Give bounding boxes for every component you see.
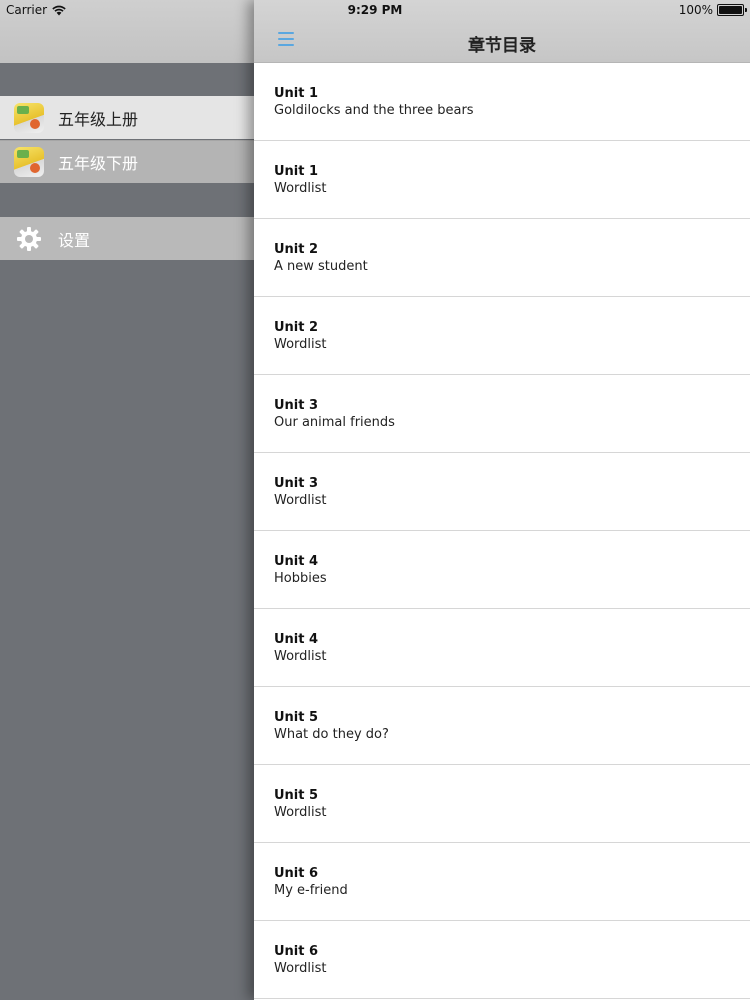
chapter-unit: Unit 1 [274, 86, 319, 101]
list-item[interactable]: Unit 1 Goldilocks and the three bears [254, 63, 750, 141]
chapter-title: Goldilocks and the three bears [274, 103, 474, 118]
chapter-unit: Unit 6 [274, 866, 319, 881]
book-cover-icon [14, 147, 44, 177]
sidebar-book-list: 五年级上册五年级下册 [0, 96, 254, 183]
gear-icon [17, 226, 41, 251]
chapter-unit: Unit 3 [274, 398, 319, 413]
chapter-list: Unit 1 Goldilocks and the three bears Unit… [254, 63, 750, 999]
sidebar-item-book-2[interactable]: 五年级下册 [0, 140, 254, 183]
chapter-unit: Unit 6 [274, 944, 319, 959]
list-item[interactable]: Unit 2 A new student [254, 219, 750, 297]
list-item[interactable]: Unit 4 Hobbies [254, 531, 750, 609]
status-right: 100% [678, 3, 747, 17]
battery-fill [719, 6, 742, 14]
list-item[interactable]: Unit 2 Wordlist [254, 297, 750, 375]
chapter-unit: Unit 4 [274, 554, 319, 569]
chapter-unit: Unit 5 [274, 788, 319, 803]
list-item[interactable]: Unit 3 Wordlist [254, 453, 750, 531]
chapter-unit: Unit 1 [274, 164, 319, 179]
wifi-icon [52, 5, 66, 15]
chapter-title: Our animal friends [274, 415, 395, 430]
list-item[interactable]: Unit 5 What do they do? [254, 687, 750, 765]
list-item[interactable]: Unit 6 Wordlist [254, 921, 750, 999]
list-item[interactable]: Unit 4 Wordlist [254, 609, 750, 687]
chapter-title: Wordlist [274, 337, 327, 352]
chapter-title: What do they do? [274, 727, 389, 742]
chapter-title: Wordlist [274, 493, 327, 508]
chapter-title: Wordlist [274, 649, 327, 664]
status-bar: Carrier 9:29 PM 100% [0, 0, 750, 20]
list-item[interactable]: Unit 6 My e-friend [254, 843, 750, 921]
sidebar-item-settings[interactable]: 设置 [0, 217, 254, 260]
chapter-unit: Unit 5 [274, 710, 319, 725]
list-item[interactable]: Unit 1 Wordlist [254, 141, 750, 219]
page-title: 章节目录 [468, 36, 536, 56]
carrier-label: Carrier [6, 3, 48, 17]
list-item[interactable]: Unit 5 Wordlist [254, 765, 750, 843]
chapter-title: My e-friend [274, 883, 348, 898]
battery-percent: 100% [678, 3, 713, 17]
sidebar-item-book-1[interactable]: 五年级上册 [0, 96, 254, 139]
sidebar-item-label: 设置 [58, 230, 91, 250]
chapter-unit: Unit 4 [274, 632, 319, 647]
battery-icon [717, 4, 747, 16]
chapter-title: Wordlist [274, 181, 327, 196]
chapter-title: Wordlist [274, 805, 327, 820]
chapter-unit: Unit 3 [274, 476, 319, 491]
list-item[interactable]: Unit 3 Our animal friends [254, 375, 750, 453]
chapter-title: A new student [274, 259, 368, 274]
chapter-title: Hobbies [274, 571, 327, 586]
status-time: 9:29 PM [347, 3, 403, 17]
book-cover-icon [14, 102, 44, 133]
status-left: Carrier [6, 3, 66, 17]
sidebar-item-label: 五年级上册 [58, 109, 139, 129]
chapter-title: Wordlist [274, 961, 327, 976]
chapter-unit: Unit 2 [274, 242, 319, 257]
sidebar-item-label: 五年级下册 [58, 154, 139, 173]
chapter-unit: Unit 2 [274, 320, 319, 335]
chapter-panel: 章节目录 Unit 1 Goldilocks and the three bear… [254, 0, 750, 1000]
sidebar: 五年级上册五年级下册 设置 [0, 0, 254, 1000]
